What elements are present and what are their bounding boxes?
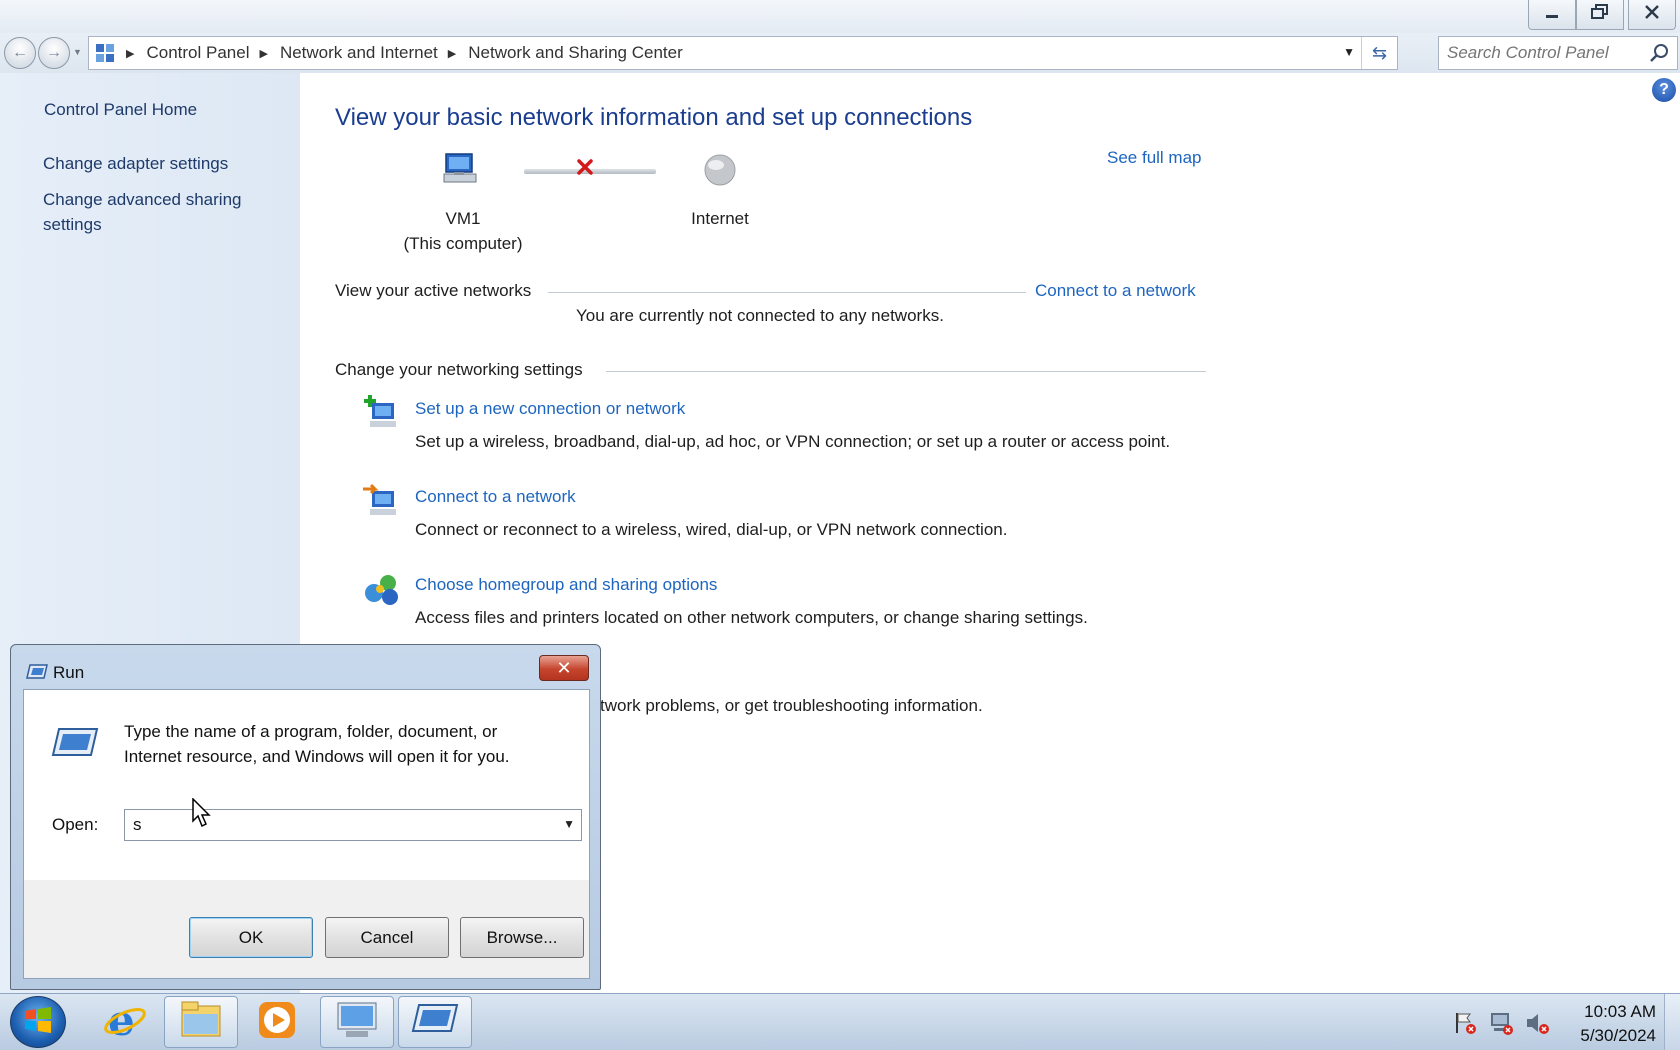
internet-label: Internet [691, 209, 749, 228]
taskbar-media-player[interactable] [240, 996, 314, 1048]
run-dialog-body: Type the name of a program, folder, docu… [23, 689, 590, 979]
back-arrow-icon: ← [12, 44, 28, 61]
taskbar-windows-explorer[interactable] [164, 996, 238, 1048]
homegroup-sharing-desc: Access files and printers located on oth… [415, 608, 1088, 627]
run-close-button[interactable]: ✕ [539, 655, 589, 681]
windows-logo-icon [23, 1005, 53, 1040]
see-full-map-link[interactable]: See full map [1107, 148, 1202, 168]
open-dropdown-icon[interactable]: ▼ [563, 817, 575, 831]
taskbar: e 10:03 AM 5/30/2024 [0, 993, 1680, 1050]
network-disconnected-icon[interactable] [1488, 1010, 1514, 1036]
show-desktop-button[interactable] [1664, 994, 1680, 1050]
search-box[interactable] [1438, 36, 1678, 70]
breadcrumb-network-sharing-center[interactable]: Network and Sharing Center [468, 43, 683, 63]
page-title: View your basic network information and … [335, 104, 973, 131]
homegroup-icon [362, 569, 400, 607]
control-panel-icon [94, 42, 116, 64]
clock-date: 5/30/2024 [1580, 1026, 1656, 1045]
connect-to-network-link[interactable]: Connect to a network [1035, 281, 1196, 301]
help-icon[interactable]: ? [1652, 78, 1676, 102]
open-input[interactable] [125, 815, 545, 835]
run-dialog-title: Run [53, 663, 85, 682]
breadcrumb-separator-icon: ▶ [259, 47, 268, 60]
computer-name-label: VM1 (This computer) [388, 206, 538, 256]
address-bar[interactable]: ▶ Control Panel ▶ Network and Internet ▶… [88, 36, 1398, 70]
back-button[interactable]: ← [4, 37, 36, 69]
internet-globe-icon [702, 152, 738, 193]
run-program-icon [410, 1002, 460, 1043]
change-settings-title: Change your networking settings [335, 360, 583, 379]
breadcrumb-separator-icon: ▶ [447, 47, 457, 60]
connect-network-icon [362, 481, 400, 519]
taskbar-control-panel[interactable] [320, 996, 394, 1048]
setup-new-connection-link[interactable]: Set up a new connection or network [415, 399, 685, 419]
system-clock[interactable]: 10:03 AM 5/30/2024 [1560, 1000, 1656, 1048]
action-center-flag-icon[interactable] [1452, 1010, 1478, 1036]
taskbar-run[interactable] [398, 996, 472, 1048]
open-label: Open: [52, 815, 99, 834]
media-player-icon [255, 998, 299, 1047]
section-divider [606, 371, 1206, 372]
not-connected-message: You are currently not connected to any n… [576, 306, 944, 325]
run-title-icon [25, 663, 49, 686]
start-button[interactable] [10, 996, 66, 1048]
new-connection-icon [362, 393, 400, 431]
network-center-icon [332, 999, 382, 1046]
minimize-icon [1544, 6, 1560, 24]
close-icon: ✕ [556, 657, 572, 678]
sidebar-item-change-adapter-settings[interactable]: Change adapter settings [43, 151, 228, 176]
search-icon[interactable] [1649, 43, 1669, 68]
section-divider [548, 292, 1026, 293]
connect-network-desc: Connect or reconnect to a wireless, wire… [415, 520, 1008, 539]
minimize-button[interactable] [1528, 0, 1576, 30]
search-input[interactable] [1447, 43, 1647, 63]
run-program-icon [50, 726, 100, 765]
volume-muted-icon[interactable] [1524, 1010, 1550, 1036]
ok-button[interactable]: OK [189, 917, 313, 958]
folder-icon [178, 1000, 224, 1045]
active-networks-title: View your active networks [335, 281, 532, 300]
breadcrumb-control-panel[interactable]: Control Panel [146, 43, 249, 63]
breadcrumb-network-and-internet[interactable]: Network and Internet [280, 43, 438, 63]
window-titlebar [0, 0, 1680, 33]
run-description: Type the name of a program, folder, docu… [124, 722, 510, 766]
close-icon [1644, 4, 1660, 25]
clock-time: 10:03 AM [1584, 1002, 1656, 1021]
run-dialog: Run ✕ Type the name of a program, folder… [10, 644, 601, 990]
this-computer-label: (This computer) [403, 234, 523, 253]
troubleshoot-desc: twork problems, or get troubleshooting i… [600, 696, 983, 715]
recent-pages-dropdown[interactable]: ▼ [73, 47, 82, 57]
restore-button[interactable] [1576, 0, 1624, 30]
connect-network-task-link[interactable]: Connect to a network [415, 487, 576, 507]
browse-button[interactable]: Browse... [460, 917, 584, 958]
computer-name: VM1 [445, 209, 481, 228]
homegroup-sharing-link[interactable]: Choose homegroup and sharing options [415, 575, 717, 595]
navigation-bar: ← → ▼ ▶ Control Panel ▶ Network and Inte… [0, 33, 1680, 73]
breadcrumb-separator-icon: ▶ [126, 47, 135, 60]
computer-icon [440, 152, 480, 193]
refresh-icon: ⇆ [1371, 42, 1388, 63]
taskbar-internet-explorer[interactable]: e [88, 996, 162, 1048]
run-button-area: OK Cancel Browse... [24, 880, 589, 978]
sidebar-item-control-panel-home[interactable]: Control Panel Home [44, 97, 197, 122]
sidebar-item-change-advanced-sharing[interactable]: Change advanced sharing settings [43, 187, 263, 237]
cancel-button[interactable]: Cancel [325, 917, 449, 958]
refresh-button[interactable]: ⇆ [1361, 37, 1397, 69]
mouse-cursor-icon [192, 797, 214, 833]
internet-explorer-icon: e [102, 996, 148, 1048]
restore-icon [1591, 4, 1609, 25]
disconnected-x-icon [576, 158, 594, 181]
close-button[interactable] [1628, 0, 1676, 30]
forward-button[interactable]: → [38, 37, 70, 69]
setup-new-connection-desc: Set up a wireless, broadband, dial-up, a… [415, 432, 1171, 451]
address-dropdown-icon[interactable]: ▼ [1343, 45, 1355, 59]
forward-arrow-icon: → [46, 44, 62, 61]
